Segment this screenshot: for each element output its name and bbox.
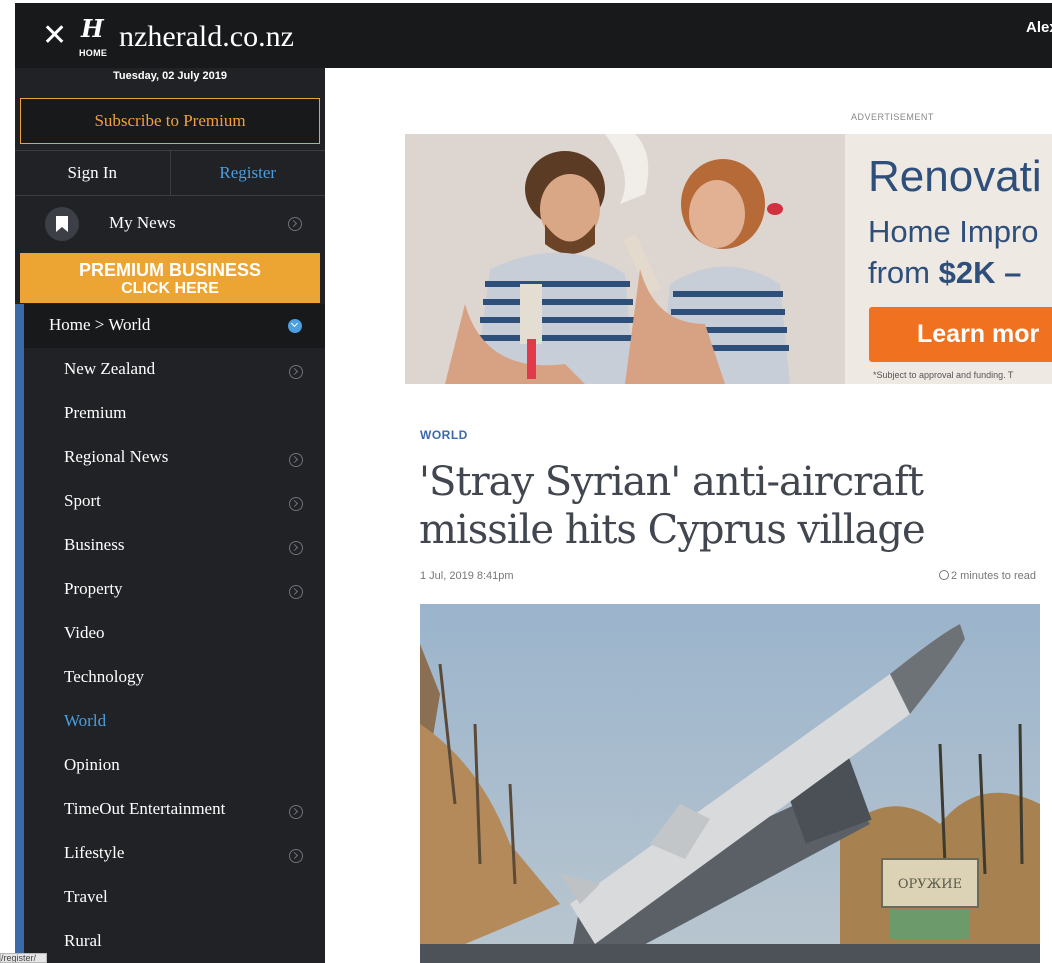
ad-disclaimer: *Subject to approval and funding. T: [873, 370, 1014, 380]
close-icon[interactable]: ✕: [42, 21, 68, 51]
sidebar-item-rural[interactable]: Rural: [24, 920, 325, 963]
sidebar-item-label: Video: [64, 623, 105, 642]
sidebar-item-label: Rural: [64, 931, 102, 950]
site-name[interactable]: nzherald.co.nz: [119, 19, 294, 55]
ad-price-amount: $2K –: [938, 255, 1022, 290]
chevron-right-icon[interactable]: [289, 849, 303, 863]
auth-row: Sign In Register: [15, 150, 325, 196]
breadcrumb[interactable]: Home > World: [24, 304, 325, 348]
article-headline: 'Stray Syrian' anti-aircraft missile hit…: [419, 459, 926, 553]
read-time-label: 2 minutes to read: [951, 570, 1036, 582]
chevron-right-icon[interactable]: [289, 497, 303, 511]
my-news-item[interactable]: My News: [15, 198, 325, 250]
herald-logo-icon[interactable]: H: [81, 17, 104, 41]
breadcrumb-label: Home > World: [49, 315, 151, 334]
ad-price-prefix: from: [868, 255, 939, 290]
svg-text:ОРУЖИЕ: ОРУЖИЕ: [898, 877, 962, 892]
user-name[interactable]: Alexa: [1026, 19, 1052, 36]
sidebar-item-label: World: [64, 711, 107, 730]
ad-price: from $2K –: [868, 255, 1021, 291]
ad-learn-more-button[interactable]: Learn mor: [869, 307, 1052, 362]
section-nav: Home > World New Zealand Premium Regiona…: [15, 304, 325, 963]
section-accent-bar: [15, 304, 24, 963]
premium-business-cta: CLICK HERE: [121, 280, 219, 297]
sidebar-item-new-zealand[interactable]: New Zealand: [24, 348, 325, 392]
sign-in-button[interactable]: Sign In: [15, 151, 171, 195]
status-url: /register/: [0, 953, 47, 963]
chevron-down-icon[interactable]: [288, 319, 302, 333]
main-content: ADVERTISEMENT Renovati Home Impro from $…: [325, 68, 1052, 963]
ad-couple-image: [405, 134, 845, 384]
section-list: New Zealand Premium Regional News Sport …: [24, 348, 325, 963]
sidebar-item-business[interactable]: Business: [24, 524, 325, 568]
chevron-right-icon[interactable]: [289, 585, 303, 599]
top-navigation-bar: ✕ H HOME nzherald.co.nz Alexa: [15, 3, 1052, 68]
sidebar-item-premium[interactable]: Premium: [24, 392, 325, 436]
sidebar-item-travel[interactable]: Travel: [24, 876, 325, 920]
sidebar-item-label: Business: [64, 535, 125, 554]
sidebar-item-video[interactable]: Video: [24, 612, 325, 656]
sidebar-item-label: Technology: [64, 667, 145, 686]
sidebar-item-label: Lifestyle: [64, 843, 125, 862]
sidebar-item-lifestyle[interactable]: Lifestyle: [24, 832, 325, 876]
sidebar-item-label: Travel: [64, 887, 108, 906]
register-button[interactable]: Register: [171, 151, 326, 195]
sidebar-item-label: TimeOut Entertainment: [64, 799, 226, 818]
home-label[interactable]: HOME: [79, 48, 107, 58]
sidebar-item-label: Sport: [64, 491, 101, 510]
article-missile-image[interactable]: ОРУЖИЕ: [420, 604, 1040, 963]
sidebar-item-timeout-entertainment[interactable]: TimeOut Entertainment: [24, 788, 325, 832]
current-date: Tuesday, 02 July 2019: [113, 70, 227, 82]
subscribe-premium-button[interactable]: Subscribe to Premium: [20, 98, 320, 144]
sidebar-item-sport[interactable]: Sport: [24, 480, 325, 524]
sidebar-item-label: Premium: [64, 403, 127, 422]
advertisement-label: ADVERTISEMENT: [851, 112, 934, 122]
sidebar-item-technology[interactable]: Technology: [24, 656, 325, 700]
page-left-margin: [0, 0, 15, 963]
ad-title: Renovati: [868, 152, 1042, 201]
sidebar-menu: Tuesday, 02 July 2019 Subscribe to Premi…: [15, 68, 325, 963]
chevron-right-icon[interactable]: [288, 217, 302, 231]
clock-icon: [939, 570, 949, 580]
my-news-label: My News: [109, 213, 176, 232]
advertisement-banner[interactable]: Renovati Home Impro from $2K – Learn mor…: [405, 134, 1052, 384]
bookmark-icon: [45, 207, 79, 241]
article-category[interactable]: WORLD: [420, 428, 468, 442]
chevron-right-icon[interactable]: [289, 541, 303, 555]
chevron-right-icon[interactable]: [289, 805, 303, 819]
sidebar-item-opinion[interactable]: Opinion: [24, 744, 325, 788]
sidebar-item-label: Opinion: [64, 755, 120, 774]
sidebar-item-regional-news[interactable]: Regional News: [24, 436, 325, 480]
premium-business-banner[interactable]: PREMIUM BUSINESS CLICK HERE: [20, 253, 320, 303]
sidebar-item-property[interactable]: Property: [24, 568, 325, 612]
premium-business-title: PREMIUM BUSINESS: [78, 260, 262, 280]
sidebar-item-world[interactable]: World: [24, 700, 325, 744]
sidebar-item-label: Property: [64, 579, 123, 598]
article-date: 1 Jul, 2019 8:41pm: [420, 570, 514, 582]
sidebar-item-label: Regional News: [64, 447, 169, 466]
chevron-right-icon[interactable]: [289, 453, 303, 467]
read-time: 2 minutes to read: [939, 570, 1036, 582]
chevron-right-icon[interactable]: [289, 365, 303, 379]
ad-subtitle: Home Impro: [868, 214, 1039, 249]
sidebar-item-label: New Zealand: [64, 359, 156, 378]
